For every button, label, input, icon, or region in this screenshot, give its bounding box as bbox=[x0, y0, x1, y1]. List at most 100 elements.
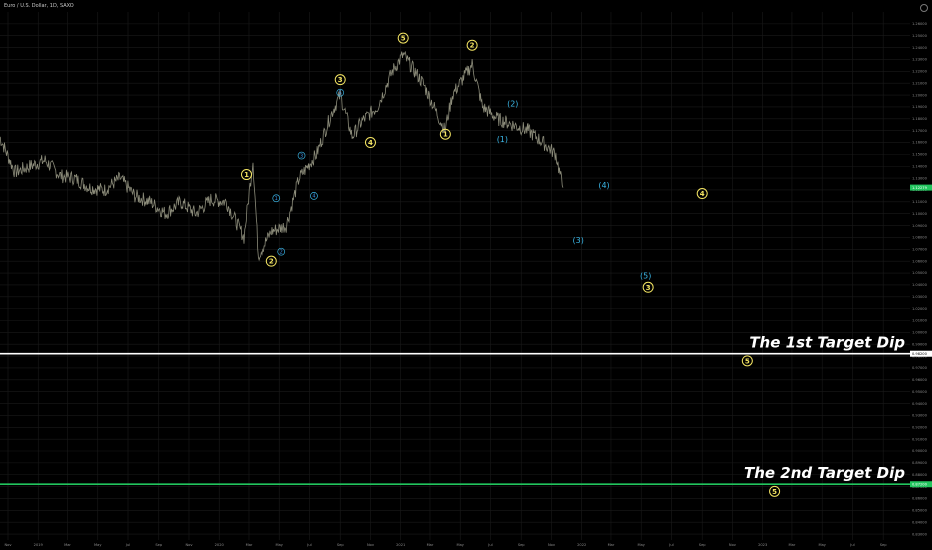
y-tick-label: 0.90000 bbox=[912, 449, 928, 453]
y-tick-label: 0.85000 bbox=[912, 509, 928, 513]
wave-label: 3 bbox=[338, 76, 343, 84]
x-tick-label: Sep bbox=[518, 543, 525, 547]
y-tick-label: 1.21000 bbox=[912, 81, 928, 85]
x-tick-label: Mar bbox=[427, 543, 434, 547]
x-tick-label: 2019 bbox=[34, 543, 44, 547]
y-tick-label: 1.23000 bbox=[912, 58, 928, 62]
y-tick-label: 0.84000 bbox=[912, 520, 928, 524]
y-tick-label: 1.11000 bbox=[912, 200, 928, 204]
y-tick-label: 1.17000 bbox=[912, 129, 928, 133]
wave-label: (4) bbox=[598, 181, 609, 190]
y-tick-label: 1.02000 bbox=[912, 307, 928, 311]
y-tick-label: 1.10000 bbox=[912, 212, 928, 216]
target-label-2: The 2nd Target Dip bbox=[744, 464, 905, 482]
wave-label: 2 bbox=[470, 42, 475, 50]
price-line bbox=[0, 50, 564, 262]
y-tick-label: 1.08000 bbox=[912, 236, 928, 240]
y-tick-label: 1.19000 bbox=[912, 105, 928, 109]
y-tick-label: 1.22000 bbox=[912, 70, 928, 74]
x-tick-label: May bbox=[94, 543, 102, 547]
wave-label-small: 2 bbox=[280, 249, 283, 255]
x-tick-label: Nov bbox=[548, 543, 556, 547]
x-tick-label: Sep bbox=[155, 543, 162, 547]
x-tick-label: Nov bbox=[729, 543, 737, 547]
y-tick-label: 0.97000 bbox=[912, 366, 928, 370]
y-tick-label: 1.15000 bbox=[912, 153, 928, 157]
target-label-1: The 1st Target Dip bbox=[749, 334, 905, 352]
wave-label: 5 bbox=[772, 488, 777, 496]
y-tick-label: 0.95000 bbox=[912, 390, 928, 394]
x-tick-label: Mar bbox=[608, 543, 615, 547]
y-tick-label: 0.88000 bbox=[912, 473, 928, 477]
x-tick-label: Jul bbox=[849, 543, 854, 547]
y-tick-label: 0.91000 bbox=[912, 437, 928, 441]
current-price-label: 1.12279 bbox=[912, 186, 928, 190]
wave-label: 4 bbox=[368, 139, 373, 147]
wave-label-small: 5 bbox=[339, 90, 342, 96]
price-chart[interactable]: Nov 2019 Mar May Jul Sep Nov 2020 Mar May Jul Sep No… bbox=[0, 0, 932, 550]
wave-label: 3 bbox=[646, 284, 651, 292]
x-tick-label: Mar bbox=[64, 543, 71, 547]
x-tick-label: Mar bbox=[246, 543, 253, 547]
x-tick-label: May bbox=[276, 543, 284, 547]
x-tick-label: Sep bbox=[337, 543, 344, 547]
x-tick-label: Sep bbox=[880, 543, 887, 547]
y-tick-label: 1.01000 bbox=[912, 319, 928, 323]
y-tick-label: 0.94000 bbox=[912, 402, 928, 406]
wave-label-small: 4 bbox=[312, 194, 315, 200]
y-axis: 1.26000 1.25000 1.24000 1.23000 1.22000 1.210… bbox=[912, 22, 928, 536]
x-tick-label: Mar bbox=[789, 543, 796, 547]
y-tick-label: 1.09000 bbox=[912, 224, 928, 228]
y-tick-label: 0.83000 bbox=[912, 532, 928, 536]
x-tick-label: Sep bbox=[699, 543, 706, 547]
y-tick-label: 1.07000 bbox=[912, 248, 928, 252]
wave-label: (5) bbox=[640, 271, 651, 280]
y-tick-label: 1.20000 bbox=[912, 93, 928, 97]
x-tick-label: Nov bbox=[185, 543, 193, 547]
wave-label: 5 bbox=[745, 357, 750, 365]
y-tick-label: 1.25000 bbox=[912, 34, 928, 38]
wave-label: 5 bbox=[401, 35, 406, 43]
y-tick-label: 0.89000 bbox=[912, 461, 928, 465]
y-tick-label: 1.04000 bbox=[912, 283, 928, 287]
wave-label: (2) bbox=[507, 99, 518, 108]
x-tick-label: Jul bbox=[125, 543, 130, 547]
y-tick-label: 0.92000 bbox=[912, 425, 928, 429]
y-tick-label: 1.16000 bbox=[912, 141, 928, 145]
y-tick-label: 1.00000 bbox=[912, 331, 928, 335]
x-tick-label: May bbox=[457, 543, 465, 547]
y-tick-label: 1.14000 bbox=[912, 164, 928, 168]
target-price-label-2: 0.87200 bbox=[912, 482, 928, 486]
y-tick-label: 0.99000 bbox=[912, 342, 928, 346]
y-tick-label: 1.03000 bbox=[912, 295, 928, 299]
y-tick-label: 0.93000 bbox=[912, 414, 928, 418]
y-tick-label: 1.13000 bbox=[912, 176, 928, 180]
wave-label: (3) bbox=[573, 236, 584, 245]
y-tick-label: 1.05000 bbox=[912, 271, 928, 275]
y-tick-label: 1.26000 bbox=[912, 22, 928, 26]
x-axis: Nov 2019 Mar May Jul Sep Nov 2020 Mar May Jul Sep No… bbox=[4, 543, 887, 547]
wave-label: 4 bbox=[700, 190, 705, 198]
x-tick-label: May bbox=[818, 543, 826, 547]
y-tick-label: 0.86000 bbox=[912, 497, 928, 501]
wave-label-small: 3 bbox=[300, 153, 303, 159]
wave-label: 2 bbox=[269, 258, 274, 266]
y-tick-label: 0.96000 bbox=[912, 378, 928, 382]
x-tick-label: Nov bbox=[4, 543, 12, 547]
y-tick-label: 1.18000 bbox=[912, 117, 928, 121]
x-tick-label: 2020 bbox=[215, 543, 225, 547]
x-tick-label: Jul bbox=[668, 543, 673, 547]
y-tick-label: 1.06000 bbox=[912, 259, 928, 263]
x-tick-label: 2021 bbox=[396, 543, 405, 547]
wave-annotations: 5 2 3 4 1 1 2 4 3 5 5 (2) (1) (4) (3) (5) 1 2 3 4 5 bbox=[241, 32, 781, 497]
x-tick-label: 2023 bbox=[758, 543, 767, 547]
x-tick-label: Jul bbox=[487, 543, 492, 547]
x-tick-label: May bbox=[637, 543, 645, 547]
x-tick-label: Nov bbox=[367, 543, 375, 547]
wave-label: (1) bbox=[497, 135, 508, 144]
y-tick-label: 1.24000 bbox=[912, 46, 928, 50]
wave-label: 1 bbox=[443, 131, 448, 139]
target-price-label-1: 0.98200 bbox=[912, 352, 928, 356]
x-tick-label: Jul bbox=[306, 543, 311, 547]
wave-label-small: 1 bbox=[275, 196, 278, 202]
